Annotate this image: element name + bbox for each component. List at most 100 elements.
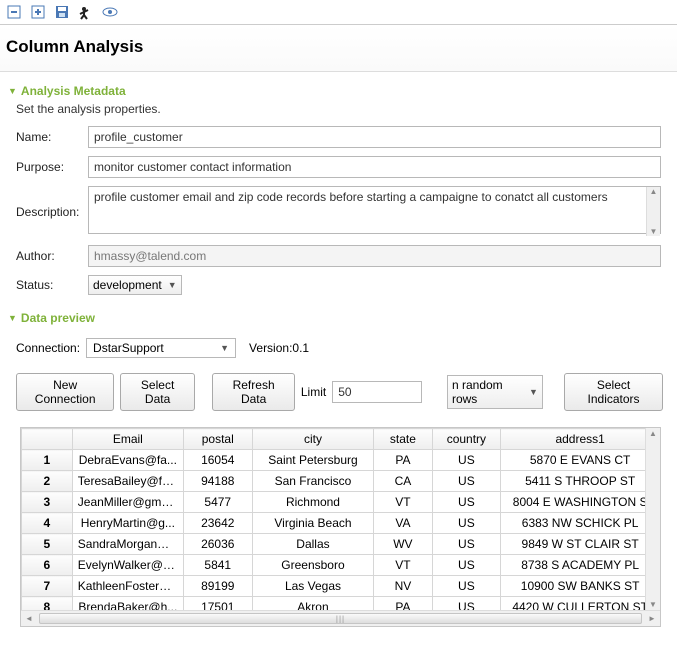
refresh-data-button[interactable]: Refresh Data [212,373,294,411]
cell-postal[interactable]: 5477 [183,492,252,513]
cell-country[interactable]: US [432,471,501,492]
col-header-city[interactable]: city [252,429,374,450]
col-header-email[interactable]: Email [72,429,183,450]
row-number[interactable]: 2 [22,471,73,492]
cell-email[interactable]: JeanMiller@gma... [72,492,183,513]
scroll-up-icon[interactable]: ▲ [646,428,660,439]
data-table: Email postal city state country address1… [21,428,660,627]
cell-state[interactable]: NV [374,576,432,597]
row-number[interactable]: 7 [22,576,73,597]
purpose-input[interactable] [88,156,661,178]
select-indicators-button[interactable]: Select Indicators [564,373,663,411]
scroll-down-icon[interactable]: ▼ [647,227,660,236]
cell-address1[interactable]: 10900 SW BANKS ST [501,576,660,597]
table-row[interactable]: 1DebraEvans@fa...16054Saint PetersburgPA… [22,450,660,471]
section-preview-title: Data preview [21,311,95,325]
cell-country[interactable]: US [432,513,501,534]
table-row[interactable]: 2TeresaBailey@fa...94188San FranciscoCAU… [22,471,660,492]
table-row[interactable]: 6EvelynWalker@g...5841GreensboroVTUS8738… [22,555,660,576]
table-vscrollbar[interactable]: ▲ ▼ [645,428,660,610]
cell-country[interactable]: US [432,576,501,597]
cell-email[interactable]: HenryMartin@g... [72,513,183,534]
cell-email[interactable]: SandraMorgan@... [72,534,183,555]
sampling-mode-value: n random rows [452,378,523,406]
cell-country[interactable]: US [432,450,501,471]
cell-postal[interactable]: 5841 [183,555,252,576]
cell-postal[interactable]: 89199 [183,576,252,597]
cell-postal[interactable]: 16054 [183,450,252,471]
table-row[interactable]: 7KathleenFoster@...89199Las VegasNVUS109… [22,576,660,597]
row-number[interactable]: 3 [22,492,73,513]
cell-address1[interactable]: 9849 W ST CLAIR ST [501,534,660,555]
cell-address1[interactable]: 8004 E WASHINGTON S [501,492,660,513]
section-preview: ▼ Data preview Connection: DstarSupport … [0,307,677,627]
cell-postal[interactable]: 23642 [183,513,252,534]
col-header-state[interactable]: state [374,429,432,450]
cell-address1[interactable]: 5411 S THROOP ST [501,471,660,492]
limit-input[interactable] [332,381,422,403]
save-icon[interactable] [54,4,70,20]
data-table-container: Email postal city state country address1… [20,427,661,627]
author-input [88,245,661,267]
cell-city[interactable]: Virginia Beach [252,513,374,534]
cell-state[interactable]: VT [374,492,432,513]
table-row[interactable]: 3JeanMiller@gma...5477RichmondVTUS8004 E… [22,492,660,513]
hscroll-thumb[interactable]: ||| [39,613,642,624]
row-number[interactable]: 4 [22,513,73,534]
cell-city[interactable]: Saint Petersburg [252,450,374,471]
description-textarea[interactable] [88,186,661,234]
row-number[interactable]: 1 [22,450,73,471]
connection-select[interactable]: DstarSupport ▼ [86,338,236,358]
name-input[interactable] [88,126,661,148]
col-header-address1[interactable]: address1 [501,429,660,450]
cell-state[interactable]: PA [374,450,432,471]
cell-address1[interactable]: 5870 E EVANS CT [501,450,660,471]
cell-city[interactable]: San Francisco [252,471,374,492]
cell-state[interactable]: VA [374,513,432,534]
cell-address1[interactable]: 8738 S ACADEMY PL [501,555,660,576]
run-icon[interactable] [78,4,94,20]
sampling-mode-select[interactable]: n random rows ▼ [447,375,543,409]
table-row[interactable]: 5SandraMorgan@...26036DallasWVUS9849 W S… [22,534,660,555]
cell-country[interactable]: US [432,492,501,513]
eye-icon[interactable] [102,4,118,20]
label-author: Author: [8,249,88,263]
cell-country[interactable]: US [432,534,501,555]
cell-city[interactable]: Las Vegas [252,576,374,597]
row-number[interactable]: 6 [22,555,73,576]
row-number-header[interactable] [22,429,73,450]
scroll-left-icon[interactable]: ◄ [21,614,37,623]
section-preview-header[interactable]: ▼ Data preview [8,307,669,329]
cell-city[interactable]: Richmond [252,492,374,513]
cell-address1[interactable]: 6383 NW SCHICK PL [501,513,660,534]
cell-state[interactable]: CA [374,471,432,492]
cell-postal[interactable]: 94188 [183,471,252,492]
section-metadata-header[interactable]: ▼ Analysis Metadata [8,80,669,102]
cell-city[interactable]: Dallas [252,534,374,555]
cell-state[interactable]: WV [374,534,432,555]
cell-state[interactable]: VT [374,555,432,576]
top-toolbar [0,0,677,25]
new-connection-button[interactable]: New Connection [16,373,114,411]
col-header-country[interactable]: country [432,429,501,450]
cell-email[interactable]: DebraEvans@fa... [72,450,183,471]
row-number[interactable]: 5 [22,534,73,555]
table-hscrollbar[interactable]: ◄ ||| ► [21,610,660,626]
status-select[interactable]: development ▼ [88,275,182,295]
select-data-button[interactable]: Select Data [120,373,195,411]
cell-city[interactable]: Greensboro [252,555,374,576]
scroll-down-icon[interactable]: ▼ [646,599,660,610]
scroll-right-icon[interactable]: ► [644,614,660,623]
cell-postal[interactable]: 26036 [183,534,252,555]
status-value: development [93,278,162,292]
cell-email[interactable]: TeresaBailey@fa... [72,471,183,492]
cell-email[interactable]: KathleenFoster@... [72,576,183,597]
cell-country[interactable]: US [432,555,501,576]
textarea-scrollbar[interactable]: ▲▼ [646,187,660,236]
table-row[interactable]: 4HenryMartin@g...23642Virginia BeachVAUS… [22,513,660,534]
scroll-up-icon[interactable]: ▲ [647,187,660,196]
collapse-all-icon[interactable] [6,4,22,20]
col-header-postal[interactable]: postal [183,429,252,450]
expand-all-icon[interactable] [30,4,46,20]
cell-email[interactable]: EvelynWalker@g... [72,555,183,576]
